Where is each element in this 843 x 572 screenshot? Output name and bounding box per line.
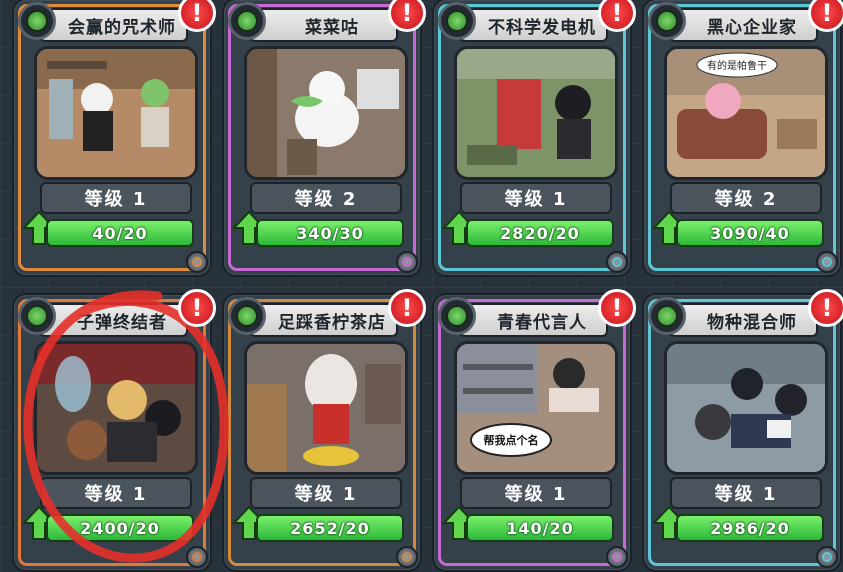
rarity-gem-icon — [396, 546, 418, 568]
card-title: 子弹终结者 — [77, 312, 167, 333]
character-card[interactable]: 不科学发电机 ! 等级 1 2820/20 — [434, 0, 636, 275]
card-title: 黑心企业家 — [707, 17, 797, 38]
exp-bar: 2986/20 — [676, 514, 824, 542]
speech-bubble-text: 帮我点个名 — [484, 433, 539, 447]
card-title: 不科学发电机 — [488, 17, 596, 38]
level-label: 等级 1 — [40, 182, 192, 214]
level-label: 等级 1 — [670, 477, 822, 509]
rarity-gem-icon — [186, 251, 208, 273]
card-title: 会赢的咒术师 — [68, 17, 176, 38]
card-artwork: 帮我点个名 — [454, 341, 618, 475]
card-artwork — [454, 46, 618, 180]
rarity-gem-icon — [186, 546, 208, 568]
card-artwork — [34, 46, 198, 180]
card-title: 足踩香柠茶店 — [278, 312, 386, 333]
rarity-gem-icon — [816, 251, 838, 273]
alert-icon[interactable]: ! — [178, 0, 216, 32]
rarity-gem-icon — [606, 251, 628, 273]
alert-icon[interactable]: ! — [808, 289, 843, 327]
character-card[interactable]: 物种混合师 ! 等级 1 2986/20 — [644, 289, 843, 570]
radar-icon — [18, 2, 56, 40]
card-title: 青春代言人 — [497, 312, 587, 333]
radar-icon — [438, 2, 476, 40]
alert-icon[interactable]: ! — [598, 289, 636, 327]
alert-icon[interactable]: ! — [388, 0, 426, 32]
rarity-gem-icon — [606, 546, 628, 568]
card-title: 物种混合师 — [707, 312, 797, 333]
character-card[interactable]: 菜菜咕 ! 等级 2 340/30 — [224, 0, 426, 275]
rarity-gem-icon — [816, 546, 838, 568]
radar-icon — [228, 297, 266, 335]
radar-icon — [648, 2, 686, 40]
character-card-grid: 会赢的咒术师 ! 等级 1 40/20 菜菜咕 ! 等级 2 340/30 不科… — [14, 0, 843, 570]
speech-bubble-text: 有的是帕鲁干 — [707, 59, 767, 72]
level-label: 等级 1 — [460, 477, 612, 509]
character-card[interactable]: 足踩香柠茶店 ! 等级 1 2652/20 — [224, 289, 426, 570]
alert-icon[interactable]: ! — [388, 289, 426, 327]
character-card[interactable]: 黑心企业家 ! 有的是帕鲁干 等级 2 3090/40 — [644, 0, 843, 275]
level-label: 等级 1 — [250, 477, 402, 509]
card-artwork — [664, 341, 828, 475]
level-label: 等级 1 — [40, 477, 192, 509]
radar-icon — [18, 297, 56, 335]
exp-bar: 40/20 — [46, 219, 194, 247]
character-card[interactable]: 青春代言人 ! 帮我点个名 等级 1 140/20 — [434, 289, 636, 570]
level-label: 等级 2 — [250, 182, 402, 214]
exp-bar: 140/20 — [466, 514, 614, 542]
alert-icon[interactable]: ! — [598, 0, 636, 32]
radar-icon — [648, 297, 686, 335]
exp-bar: 340/30 — [256, 219, 404, 247]
level-label: 等级 2 — [670, 182, 822, 214]
character-card[interactable]: 会赢的咒术师 ! 等级 1 40/20 — [14, 0, 216, 275]
radar-icon — [438, 297, 476, 335]
exp-bar: 2400/20 — [46, 514, 194, 542]
exp-bar: 2820/20 — [466, 219, 614, 247]
card-title: 菜菜咕 — [305, 17, 359, 38]
alert-icon[interactable]: ! — [178, 289, 216, 327]
exp-bar: 2652/20 — [256, 514, 404, 542]
card-artwork — [244, 341, 408, 475]
exp-bar: 3090/40 — [676, 219, 824, 247]
level-label: 等级 1 — [460, 182, 612, 214]
card-artwork — [34, 341, 198, 475]
character-card[interactable]: 子弹终结者 ! 等级 1 2400/20 — [14, 289, 216, 570]
rarity-gem-icon — [396, 251, 418, 273]
radar-icon — [228, 2, 266, 40]
card-artwork — [244, 46, 408, 180]
card-artwork: 有的是帕鲁干 — [664, 46, 828, 180]
